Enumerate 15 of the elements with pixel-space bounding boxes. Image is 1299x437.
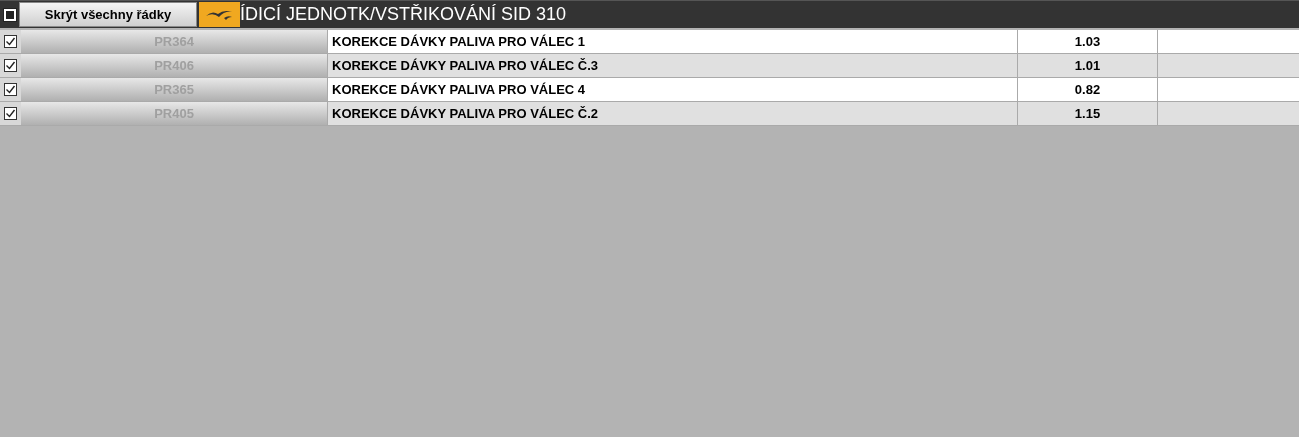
- table-cell: 1.03: [1017, 30, 1157, 53]
- window-title: ÍDICÍ JEDNOTK/VSTŘIKOVÁNÍ SID 310: [240, 3, 567, 26]
- hide-all-rows-button[interactable]: Skrýt všechny řádky: [19, 2, 197, 27]
- table-cell: 1.15: [1017, 102, 1157, 125]
- row-checkbox[interactable]: [4, 83, 17, 96]
- row-checkbox[interactable]: [4, 107, 17, 120]
- table-cell: KOREKCE DÁVKY PALIVA PRO VÁLEC 4: [327, 78, 1017, 101]
- select-all-checkbox[interactable]: [3, 7, 17, 22]
- table-cell: 1.01: [1017, 54, 1157, 77]
- table-cell: KOREKCE DÁVKY PALIVA PRO VÁLEC Č.3: [327, 54, 1017, 77]
- row-checkbox[interactable]: [4, 35, 17, 48]
- table-cell: KOREKCE DÁVKY PALIVA PRO VÁLEC 1: [327, 30, 1017, 53]
- row-checkbox[interactable]: [4, 59, 17, 72]
- table-cell: KOREKCE DÁVKY PALIVA PRO VÁLEC Č.2: [327, 102, 1017, 125]
- table-cell: 0.82: [1017, 78, 1157, 101]
